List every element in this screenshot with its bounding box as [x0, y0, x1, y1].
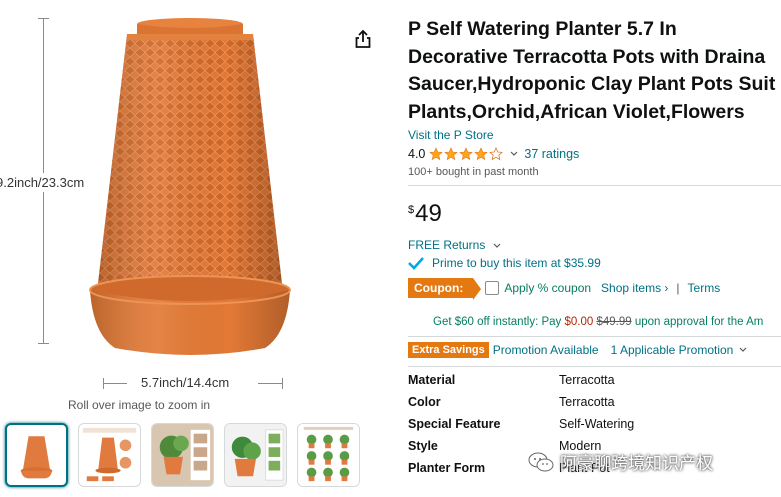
height-dimension-cap-top	[38, 18, 49, 19]
spec-value: Terracotta	[559, 395, 615, 409]
section-divider	[408, 185, 781, 186]
prime-offer-text: Prime to buy this item at $35.99	[432, 256, 601, 270]
spec-value: Terracotta	[559, 373, 615, 387]
prime-offer[interactable]: Prime to buy this item at $35.99	[408, 256, 601, 270]
thumbnail-planting-method-1[interactable]	[151, 423, 214, 487]
rating-value: 4.0	[408, 147, 426, 161]
star-rating[interactable]	[429, 147, 504, 161]
spec-label: Planter Form	[408, 461, 486, 475]
applicable-promotion-link[interactable]: 1 Applicable Promotion	[611, 343, 734, 357]
card-offer-suffix: upon approval for the Am	[631, 316, 764, 328]
chevron-down-icon[interactable]	[739, 347, 747, 353]
spec-label: Special Feature	[408, 417, 501, 431]
star-full-icon	[429, 147, 444, 161]
star-empty-icon	[489, 147, 504, 161]
star-full-icon	[459, 147, 474, 161]
card-offer-price: $0.00	[564, 316, 594, 328]
star-full-icon	[474, 147, 489, 161]
card-offer[interactable]: Get $60 off instantly: Pay $0.00 $49.99 …	[433, 316, 763, 328]
height-dimension-label: 9.2inch/23.3cm	[0, 173, 85, 192]
product-title-line: P Self Watering Planter 5.7 In	[408, 18, 677, 40]
thumbnail-self-watering-diagram[interactable]	[78, 423, 141, 487]
free-returns-label: FREE Returns	[408, 238, 486, 252]
price: $ 49	[408, 200, 442, 228]
watermark-text: 阿豪聊跨境知识产权	[560, 454, 713, 473]
thumbnail-suitable-plants[interactable]	[297, 423, 360, 487]
bought-in-past-month: 100+ bought in past month	[408, 166, 539, 178]
width-dimension-line-left	[103, 383, 127, 384]
main-image-area[interactable]: 9.2inch/23.3cm 5.7inch/14.4cm Roll over …	[0, 0, 395, 420]
ratings-count-link[interactable]: 37 ratings	[524, 147, 579, 161]
price-whole: 49	[415, 200, 442, 227]
apply-coupon-label[interactable]: Apply % coupon	[504, 281, 591, 295]
coupon-badge: Coupon:	[408, 278, 482, 300]
coupon-checkbox[interactable]	[485, 281, 500, 295]
section-divider	[408, 336, 781, 337]
product-main-image[interactable]	[85, 12, 295, 362]
spec-label: Color	[408, 395, 441, 409]
coupon-row: Coupon: Apply % coupon Shop items › | Te…	[408, 276, 720, 300]
section-divider	[408, 366, 781, 367]
chevron-down-icon[interactable]	[510, 151, 518, 157]
free-returns-link[interactable]: FREE Returns	[408, 238, 501, 252]
savings-row: Extra Savings Promotion Available 1 Appl…	[408, 342, 747, 358]
thumbnail-planter[interactable]	[5, 423, 68, 487]
rating-row: 4.0 37 ratings	[408, 146, 579, 162]
width-dimension-cap-right	[282, 378, 283, 389]
price-currency-symbol: $	[408, 204, 415, 216]
card-offer-prefix: Get $60 off instantly: Pay	[433, 316, 565, 328]
shop-items-link[interactable]: Shop items ›	[601, 281, 668, 295]
spec-label: Material	[408, 373, 456, 387]
width-dimension-label: 5.7inch/14.4cm	[141, 375, 230, 390]
width-dimension-line-right	[258, 383, 282, 384]
card-offer-original-price: $49.99	[596, 316, 632, 328]
star-full-icon	[444, 147, 459, 161]
terms-link[interactable]: Terms	[688, 281, 721, 295]
product-title-line: Decorative Terracotta Pots with Draina	[408, 45, 766, 68]
wechat-logo-icon	[528, 452, 554, 471]
extra-savings-badge: Extra Savings	[408, 342, 489, 358]
height-dimension-cap-bottom	[38, 343, 49, 344]
chevron-down-icon	[493, 243, 501, 248]
product-title-line: Plants,Orchid,African Violet,Flowers	[408, 100, 745, 123]
store-link[interactable]: Visit the P Store	[408, 128, 494, 142]
separator: |	[676, 281, 680, 295]
thumbnail-planting-method-2[interactable]	[224, 423, 287, 487]
watermark: 阿豪聊跨境知识产权	[528, 449, 713, 474]
product-title-line: Saucer,Hydroponic Clay Plant Pots Suit	[408, 73, 776, 95]
share-icon[interactable]	[352, 28, 374, 50]
prime-check-icon	[408, 257, 424, 270]
product-title: P Self Watering Planter 5.7 In Decorativ…	[408, 16, 781, 126]
zoom-hint: Roll over image to zoom in	[68, 398, 211, 412]
promotion-available: Promotion Available	[492, 343, 599, 357]
spec-value: Self-Watering	[559, 417, 635, 431]
spec-label: Style	[408, 439, 438, 453]
